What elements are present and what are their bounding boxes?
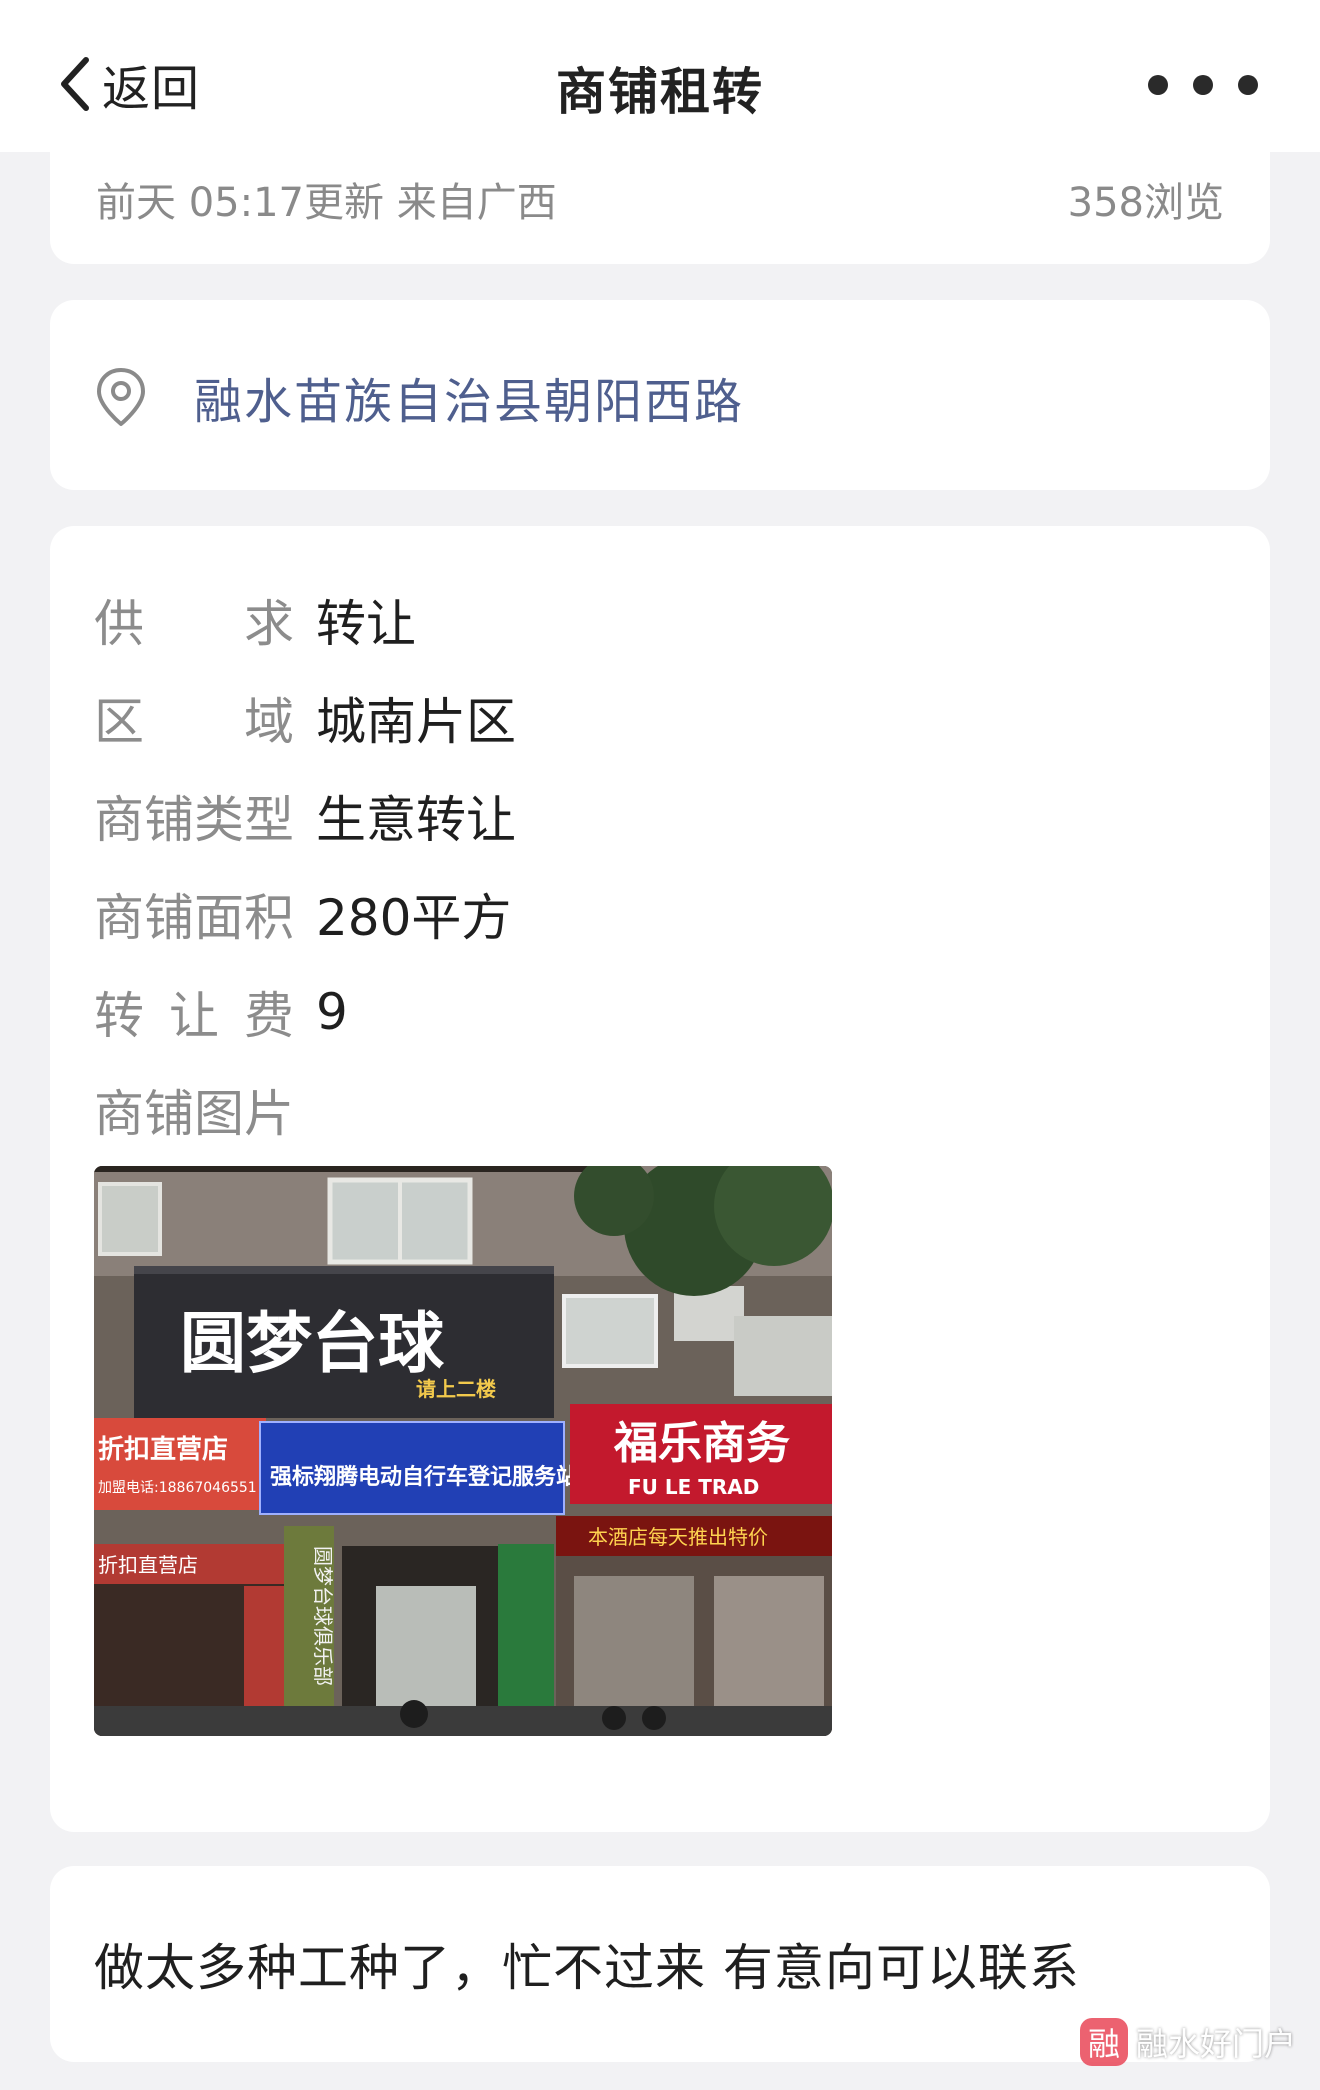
- info-row-transfer-fee: 转让费 9: [94, 982, 348, 1045]
- more-dots-icon: [1148, 75, 1168, 95]
- info-value: 转让: [316, 595, 416, 653]
- photo-left-lower-sign: 折扣直营店: [98, 1553, 198, 1577]
- view-count: 358浏览: [1067, 180, 1224, 226]
- info-row-supply: 供求 转让: [94, 590, 416, 653]
- info-row-shop-photo: 商铺图片: [94, 1080, 316, 1143]
- photo-left-sign: 折扣直营店: [98, 1435, 228, 1465]
- description-text: 做太多种工种了，忙不过来 有意向可以联系: [94, 1939, 1080, 1997]
- info-label: 商铺面积: [94, 889, 294, 947]
- photo-left-sign-phone: 加盟电话:18867046551: [98, 1480, 257, 1496]
- photo-main-sign-sub: 请上二楼: [416, 1377, 496, 1401]
- info-row-shop-type: 商铺类型 生意转让: [94, 786, 516, 849]
- watermark-logo: 融: [1079, 2018, 1128, 2066]
- page-title: 商铺租转: [556, 63, 764, 121]
- photo-right-sign-scroll: 本酒店每天推出特价: [588, 1525, 768, 1549]
- shop-info-card: 供求 转让 区域 城南片区 商铺类型 生意转让 商铺面积 280平方 转让费 9…: [50, 526, 1270, 1832]
- location-pin-icon: [97, 368, 145, 426]
- info-value: 280平方: [316, 889, 512, 947]
- watermark: 融 融水好门户: [1079, 2018, 1296, 2066]
- info-label: 区域: [94, 693, 294, 751]
- more-options-button[interactable]: [1148, 70, 1258, 100]
- address-card[interactable]: 融水苗族自治县朝阳西路: [50, 300, 1270, 490]
- top-nav-bar: 返回 商铺租转: [0, 0, 1320, 152]
- photo-main-sign: 圆梦台球: [180, 1304, 445, 1382]
- shop-photo[interactable]: 圆梦台球 请上二楼 折扣直营店 加盟电话:18867046551 强标翔腾电动自…: [94, 1166, 832, 1736]
- shop-photo-scene: 圆梦台球 请上二楼 折扣直营店 加盟电话:18867046551 强标翔腾电动自…: [94, 1166, 832, 1736]
- photo-right-sign-en: FU LE TRAD: [628, 1475, 759, 1499]
- info-row-shop-size: 商铺面积 280平方: [94, 884, 511, 947]
- more-dots-icon: [1193, 75, 1213, 95]
- photo-right-sign: 福乐商务: [613, 1418, 790, 1469]
- address-text: 融水苗族自治县朝阳西路: [194, 374, 745, 430]
- info-label: 商铺图片: [94, 1085, 294, 1143]
- info-value: 城南片区: [316, 693, 516, 751]
- update-info: 前天 05:17更新 来自广西: [96, 180, 557, 226]
- more-dots-icon: [1238, 75, 1258, 95]
- photo-blue-sign: 强标翔腾电动自行车登记服务站: [270, 1464, 578, 1490]
- info-label: 商铺类型: [94, 791, 294, 849]
- info-label: 转让费: [94, 987, 294, 1045]
- info-label: 供求: [94, 595, 294, 653]
- info-row-area: 区域 城南片区: [94, 688, 516, 751]
- watermark-text: 融水好门户: [1135, 2025, 1296, 2063]
- info-value: 9: [316, 983, 348, 1041]
- photo-vertical-banner: 圆梦台球俱乐部: [311, 1546, 335, 1686]
- info-value: 生意转让: [316, 791, 516, 849]
